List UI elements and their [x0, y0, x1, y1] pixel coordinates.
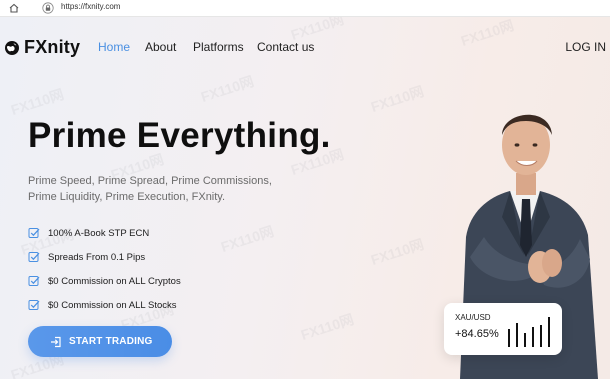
- feature-item: $0 Commission on ALL Stocks: [28, 293, 181, 317]
- checkbox-icon: [28, 228, 40, 238]
- watermark: FX110网: [368, 235, 426, 269]
- watermark: FX110网: [298, 310, 356, 344]
- feature-item: 100% A-Book STP ECN: [28, 221, 181, 245]
- watermark: FX110网: [8, 85, 66, 119]
- home-icon[interactable]: [8, 2, 20, 14]
- feature-list: 100% A-Book STP ECN Spreads From 0.1 Pip…: [28, 221, 181, 317]
- login-link[interactable]: LOG IN: [565, 40, 606, 54]
- logo-text: FXnity: [24, 37, 81, 57]
- feature-text: 100% A-Book STP ECN: [48, 227, 150, 239]
- feature-text: Spreads From 0.1 Pips: [48, 251, 146, 263]
- landing-page: FX110网 FX110网 FX110网 FX110网 FX110网 FX110…: [0, 17, 610, 379]
- nav-item-platforms[interactable]: Platforms: [193, 40, 244, 54]
- checkbox-icon: [28, 276, 40, 286]
- start-trading-label: START TRADING: [69, 336, 153, 347]
- lock-icon[interactable]: [42, 2, 54, 14]
- watermark: FX110网: [218, 222, 276, 256]
- checkbox-icon: [28, 300, 40, 310]
- start-trading-button[interactable]: START TRADING: [28, 326, 172, 357]
- mini-bar-chart-icon: [508, 317, 550, 347]
- feature-text: $0 Commission on ALL Cryptos: [48, 275, 181, 287]
- checkbox-icon: [28, 252, 40, 262]
- hero-subtitle: Prime Speed, Prime Spread, Prime Commiss…: [28, 175, 272, 203]
- feature-item: Spreads From 0.1 Pips: [28, 245, 181, 269]
- ticker-change: +84.65%: [455, 328, 499, 340]
- login-arrow-icon: [51, 336, 61, 347]
- globe-icon: [5, 40, 19, 55]
- url-field[interactable]: https://fxnity.com: [61, 2, 120, 11]
- watermark: FX110网: [368, 82, 426, 116]
- ticker-symbol: XAU/USD: [455, 313, 491, 322]
- price-ticker-card: XAU/USD +84.65%: [444, 303, 562, 355]
- feature-item: $0 Commission on ALL Cryptos: [28, 269, 181, 293]
- nav-item-home[interactable]: Home: [98, 40, 130, 54]
- hero-title: Prime Everything.: [28, 116, 331, 155]
- browser-address-bar: https://fxnity.com: [0, 0, 610, 17]
- feature-text: $0 Commission on ALL Stocks: [48, 299, 177, 311]
- nav-item-contact[interactable]: Contact us: [257, 40, 314, 54]
- watermark: FX110网: [458, 17, 516, 50]
- watermark: FX110网: [198, 72, 256, 106]
- site-logo[interactable]: FXnity: [4, 37, 80, 58]
- nav-item-about[interactable]: About: [145, 40, 176, 54]
